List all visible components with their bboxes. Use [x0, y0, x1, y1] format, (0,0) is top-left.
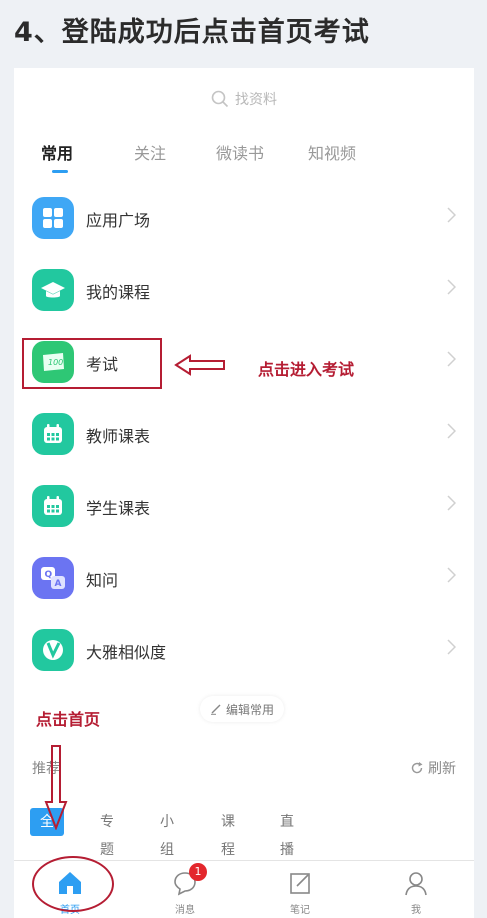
menu-item-my-courses[interactable]: 我的课程 [14, 255, 474, 327]
edit-common-button[interactable]: 编辑常用 [200, 696, 285, 722]
menu-item-label: 教师课表 [86, 427, 151, 446]
chip-course[interactable]: 课程 [221, 808, 235, 858]
tab-common[interactable]: 常用 [41, 140, 73, 164]
calendar-icon [32, 485, 74, 527]
svg-text:A: A [55, 579, 62, 589]
chevron-right-icon [447, 423, 456, 439]
note-icon [290, 873, 310, 894]
grid-icon [32, 197, 74, 239]
app-screen: 找资料 常用 关注 微读书 知视频 应用广场 我的课程 100 考试 教师课表 … [14, 68, 474, 918]
annotation-left-arrow-icon [174, 354, 225, 376]
tab-weidushu[interactable]: 微读书 [216, 140, 264, 164]
search-bar[interactable]: 找资料 [14, 88, 474, 110]
chevron-right-icon [447, 207, 456, 223]
calendar-icon [32, 413, 74, 455]
tab-zhishipin[interactable]: 知视频 [308, 140, 356, 164]
edit-common-label: 编辑常用 [226, 702, 275, 717]
annotation-box-exam [22, 338, 162, 389]
nav-notes[interactable]: 笔记 [270, 865, 330, 917]
nav-messages[interactable]: 1 消息 [155, 863, 215, 917]
menu-item-zhiwen[interactable]: QA 知问 [14, 543, 474, 615]
chip-live[interactable]: 直播 [280, 808, 294, 858]
menu-item-app-square[interactable]: 应用广场 [14, 183, 474, 255]
person-icon [405, 872, 427, 896]
menu-item-label: 学生课表 [86, 499, 151, 518]
similarity-icon [32, 629, 74, 671]
chevron-right-icon [447, 279, 456, 295]
nav-label: 消息 [175, 905, 195, 916]
nav-label: 笔记 [290, 905, 310, 916]
nav-me[interactable]: 我 [386, 865, 446, 917]
menu-item-teacher-schedule[interactable]: 教师课表 [14, 399, 474, 471]
chevron-right-icon [447, 567, 456, 583]
search-icon [211, 90, 229, 108]
chip-topic[interactable]: 专题 [100, 808, 114, 858]
refresh-button[interactable]: 刷新 [410, 758, 456, 778]
refresh-label: 刷新 [428, 761, 456, 777]
chevron-right-icon [447, 495, 456, 511]
chip-group[interactable]: 小组 [160, 808, 174, 858]
menu-item-label: 我的课程 [86, 283, 151, 302]
menu-item-student-schedule[interactable]: 学生课表 [14, 471, 474, 543]
menu-item-label: 应用广场 [86, 211, 151, 230]
pencil-icon [211, 704, 221, 715]
chevron-right-icon [447, 639, 456, 655]
menu-item-label: 大雅相似度 [86, 643, 167, 662]
active-tab-indicator [52, 170, 68, 173]
qa-icon: QA [32, 557, 74, 599]
chevron-right-icon [447, 351, 456, 367]
page-heading: 4、登陆成功后点击首页考试 [14, 17, 370, 48]
unread-badge: 1 [189, 863, 207, 881]
annotation-down-arrow-icon [44, 745, 68, 830]
menu-item-label: 知问 [86, 571, 119, 590]
search-placeholder: 找资料 [235, 92, 277, 108]
annotation-enter-exam: 点击进入考试 [258, 360, 355, 379]
nav-label: 我 [411, 905, 421, 916]
tab-follow[interactable]: 关注 [134, 140, 166, 164]
menu-item-daya-similarity[interactable]: 大雅相似度 [14, 615, 474, 687]
annotation-click-home: 点击首页 [36, 710, 101, 729]
graduation-cap-icon [32, 269, 74, 311]
refresh-icon [411, 762, 423, 774]
annotation-ellipse-home [32, 856, 114, 912]
tab-bar: 常用 关注 微读书 知视频 [14, 140, 474, 180]
